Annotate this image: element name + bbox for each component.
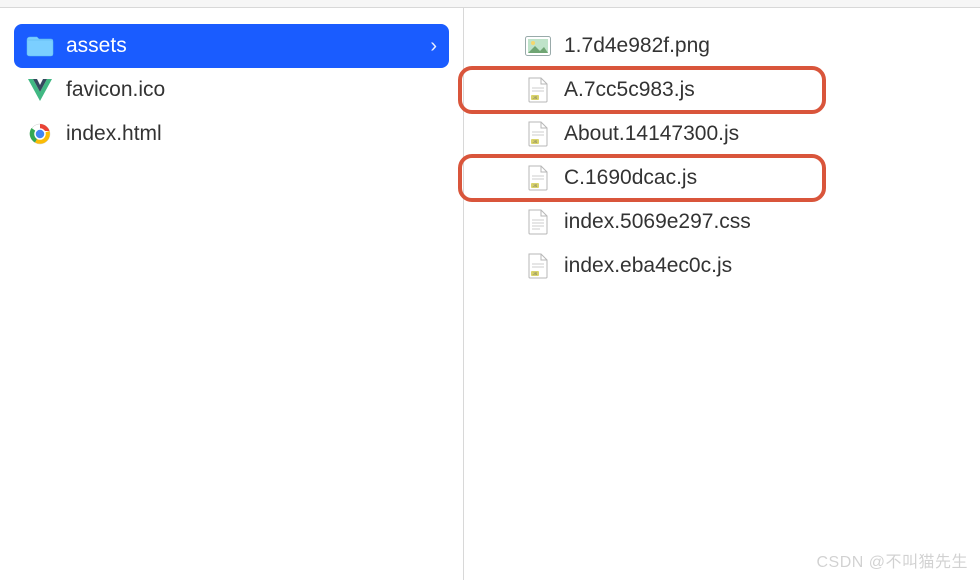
js-file-icon: JS bbox=[524, 252, 552, 280]
left-column: assets › favicon.ico index.html bbox=[0, 8, 464, 580]
chevron-right-icon: › bbox=[430, 35, 437, 58]
js-file-icon: JS bbox=[524, 76, 552, 104]
vue-icon bbox=[26, 76, 54, 104]
svg-text:JS: JS bbox=[533, 183, 538, 188]
js-file-icon: JS bbox=[524, 164, 552, 192]
file-label: A.7cc5c983.js bbox=[564, 78, 954, 102]
file-row-about-js[interactable]: JS About.14147300.js bbox=[512, 112, 966, 156]
svg-text:JS: JS bbox=[533, 95, 538, 100]
watermark: CSDN @不叫猫先生 bbox=[816, 548, 968, 572]
js-file-icon: JS bbox=[524, 120, 552, 148]
file-row-index-css[interactable]: index.5069e297.css bbox=[512, 200, 966, 244]
folder-label: assets bbox=[66, 34, 418, 58]
columns-container: assets › favicon.ico index.html 1.7d4e98… bbox=[0, 8, 980, 580]
css-file-icon bbox=[524, 208, 552, 236]
file-row-a-js[interactable]: JS A.7cc5c983.js bbox=[512, 68, 966, 112]
toolbar bbox=[0, 0, 980, 8]
svg-text:JS: JS bbox=[533, 271, 538, 276]
file-label: About.14147300.js bbox=[564, 122, 954, 146]
file-label: index.html bbox=[66, 122, 437, 146]
image-file-icon bbox=[524, 32, 552, 60]
folder-icon bbox=[26, 32, 54, 60]
file-row-index-js[interactable]: JS index.eba4ec0c.js bbox=[512, 244, 966, 288]
file-label: 1.7d4e982f.png bbox=[564, 34, 954, 58]
file-row-favicon[interactable]: favicon.ico bbox=[14, 68, 449, 112]
file-label: favicon.ico bbox=[66, 78, 437, 102]
file-row-png[interactable]: 1.7d4e982f.png bbox=[512, 24, 966, 68]
right-column: 1.7d4e982f.png JS A.7cc5c983.js JS About… bbox=[464, 8, 980, 580]
file-row-index-html[interactable]: index.html bbox=[14, 112, 449, 156]
folder-row-assets[interactable]: assets › bbox=[14, 24, 449, 68]
chrome-icon bbox=[26, 120, 54, 148]
file-label: index.eba4ec0c.js bbox=[564, 254, 954, 278]
file-label: index.5069e297.css bbox=[564, 210, 954, 234]
file-row-c-js[interactable]: JS C.1690dcac.js bbox=[512, 156, 966, 200]
svg-text:JS: JS bbox=[533, 139, 538, 144]
file-label: C.1690dcac.js bbox=[564, 166, 954, 190]
